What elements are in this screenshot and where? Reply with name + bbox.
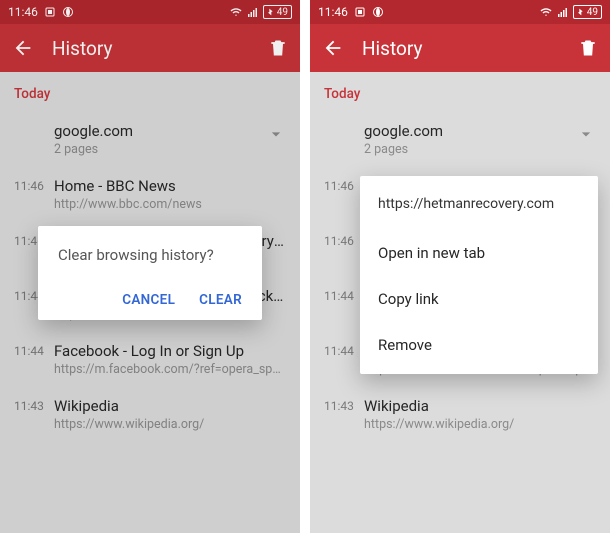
entry-time: 11:43 — [324, 397, 364, 413]
entry-url: https://www.wikipedia.org/ — [364, 417, 596, 432]
wifi-icon — [539, 6, 553, 18]
section-today: Today — [310, 72, 610, 112]
history-item[interactable]: 11:43 Wikipedia https://www.wikipedia.or… — [310, 387, 610, 442]
signal-icon — [557, 6, 569, 18]
context-menu: https://hetmanrecovery.com Open in new t… — [360, 176, 598, 374]
screenshot-icon — [354, 6, 366, 18]
clear-history-dialog: Clear browsing history? CANCEL CLEAR — [38, 226, 262, 320]
entry-time: 11:44 — [324, 287, 364, 303]
menu-open-new-tab[interactable]: Open in new tab — [360, 230, 598, 276]
app-bar: History — [310, 24, 610, 72]
history-group[interactable]: google.com 2 pages — [310, 112, 610, 167]
group-count: 2 pages — [364, 142, 576, 157]
phone-left: 11:46 49 — [0, 0, 300, 533]
opera-icon — [372, 6, 384, 18]
cancel-button[interactable]: CANCEL — [122, 292, 175, 308]
group-domain: google.com — [364, 122, 576, 140]
entry-time: 11:46 — [324, 177, 364, 193]
status-bar: 11:46 49 — [310, 0, 610, 24]
back-icon[interactable] — [322, 37, 344, 59]
trash-icon[interactable] — [578, 38, 598, 58]
entry-title: Wikipedia — [364, 397, 596, 415]
entry-time: 11:44 — [324, 342, 364, 358]
menu-copy-link[interactable]: Copy link — [360, 276, 598, 322]
entry-time: 11:46 — [324, 232, 364, 248]
phone-right: 11:46 49 — [310, 0, 610, 533]
context-menu-url: https://hetmanrecovery.com — [360, 182, 598, 230]
status-time: 11:46 — [318, 5, 348, 19]
menu-remove[interactable]: Remove — [360, 322, 598, 368]
page-title: History — [362, 37, 422, 60]
dialog-message: Clear browsing history? — [58, 246, 242, 264]
clear-button[interactable]: CLEAR — [199, 292, 242, 308]
battery-indicator: 49 — [573, 5, 602, 19]
chevron-down-icon[interactable] — [576, 122, 596, 144]
